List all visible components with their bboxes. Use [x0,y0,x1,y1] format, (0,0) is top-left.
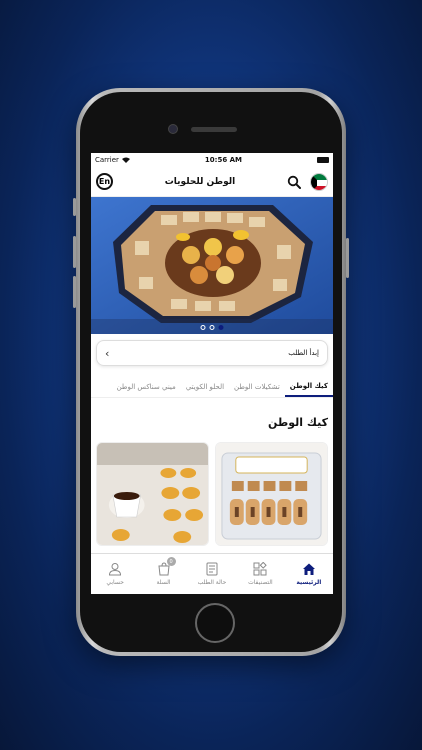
categories-icon [253,562,268,576]
product-card[interactable] [96,442,209,546]
cart-count-badge: 0 [166,557,176,566]
nav-label: حالة الطلب [197,579,227,586]
nav-categories[interactable]: التصنيفات [236,554,284,594]
status-time: 10:56 AM [204,156,243,164]
carrier-label: Carrier [95,156,119,164]
order-status-icon [206,562,218,576]
nav-account[interactable]: حسابي [91,554,139,594]
start-order-label: إبدأ الطلب [288,349,319,357]
product-image [216,443,327,545]
kuwait-flag-icon[interactable] [309,172,328,191]
tab-mini-snacks[interactable]: ميني سناكس الوطن [112,376,181,397]
banner-pagination[interactable] [200,325,224,330]
home-icon [302,563,315,575]
earpiece-speaker [191,127,237,132]
tab-kuwaiti-sweets[interactable]: الحلو الكويتي [181,376,229,397]
start-order-button[interactable]: ‹ إبدأ الطلب [96,340,328,366]
tab-alwatan-assortments[interactable]: تشكيلات الوطن [229,376,285,397]
section-title: كيك الوطن [267,416,328,429]
nav-cart[interactable]: 0 السلة [139,554,187,594]
product-image [97,443,208,545]
nav-order-status[interactable]: حالة الطلب [188,554,236,594]
language-toggle-button[interactable]: En [96,173,113,190]
bottom-navigation: الرئيسية التصنيفات حالة الطلب 0 السلة حس… [91,553,333,594]
home-button[interactable] [195,603,235,643]
app-screen: Carrier 10:56 AM En الوطن للحلويات ‹ إبد… [91,153,333,594]
nav-label: حسابي [106,579,124,586]
chevron-left-icon: ‹ [105,346,110,360]
nav-label: التصنيفات [248,579,273,586]
promo-banner[interactable] [91,197,333,334]
app-title: الوطن للحلويات [164,176,236,187]
battery-icon [317,157,329,163]
banner-dot[interactable] [209,325,215,330]
banner-dot-active[interactable] [218,325,224,330]
search-icon[interactable] [287,175,301,189]
wifi-icon [121,157,130,163]
nav-label: الرئيسية [296,579,322,586]
banner-dot[interactable] [200,325,206,330]
front-camera [168,124,178,134]
sweets-tray-image [91,197,333,334]
account-icon [109,563,122,576]
tab-alwatan-cake[interactable]: كيك الوطن [284,376,333,397]
category-tabs: كيك الوطن تشكيلات الوطن الحلو الكويتي مي… [91,376,333,398]
nav-label: السلة [156,579,171,586]
status-bar: Carrier 10:56 AM [91,153,333,167]
nav-home[interactable]: الرئيسية [285,554,333,594]
product-card[interactable] [215,442,328,546]
product-grid [91,442,333,546]
cart-icon: 0 [157,557,176,576]
app-header: En الوطن للحلويات [91,167,333,197]
